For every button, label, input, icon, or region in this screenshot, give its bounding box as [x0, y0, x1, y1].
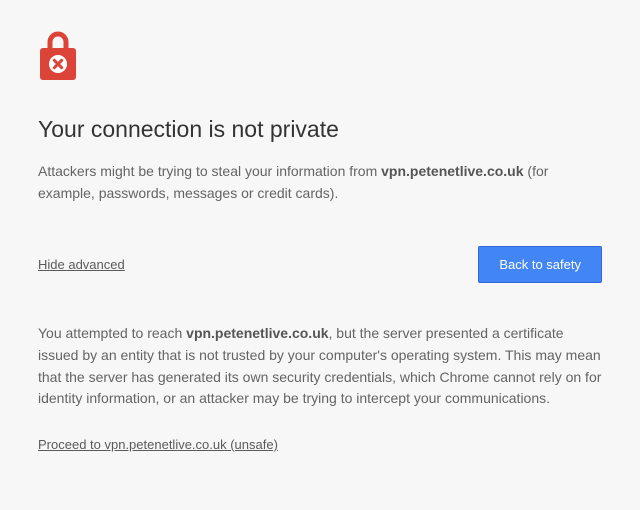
details-prefix: You attempted to reach: [38, 325, 186, 341]
advanced-details: You attempted to reach vpn.petenetlive.c…: [38, 323, 602, 410]
details-host: vpn.petenetlive.co.uk: [186, 325, 328, 341]
page-title: Your connection is not private: [38, 116, 602, 143]
action-row: Hide advanced Back to safety: [38, 246, 602, 283]
desc-host: vpn.petenetlive.co.uk: [381, 163, 523, 179]
proceed-unsafe-link[interactable]: Proceed to vpn.petenetlive.co.uk (unsafe…: [38, 437, 278, 452]
lock-warning-icon: [38, 30, 78, 82]
hide-advanced-link[interactable]: Hide advanced: [38, 257, 125, 272]
warning-description: Attackers might be trying to steal your …: [38, 161, 602, 204]
ssl-warning-page: Your connection is not private Attackers…: [0, 0, 640, 482]
desc-prefix: Attackers might be trying to steal your …: [38, 163, 381, 179]
back-to-safety-button[interactable]: Back to safety: [478, 246, 602, 283]
